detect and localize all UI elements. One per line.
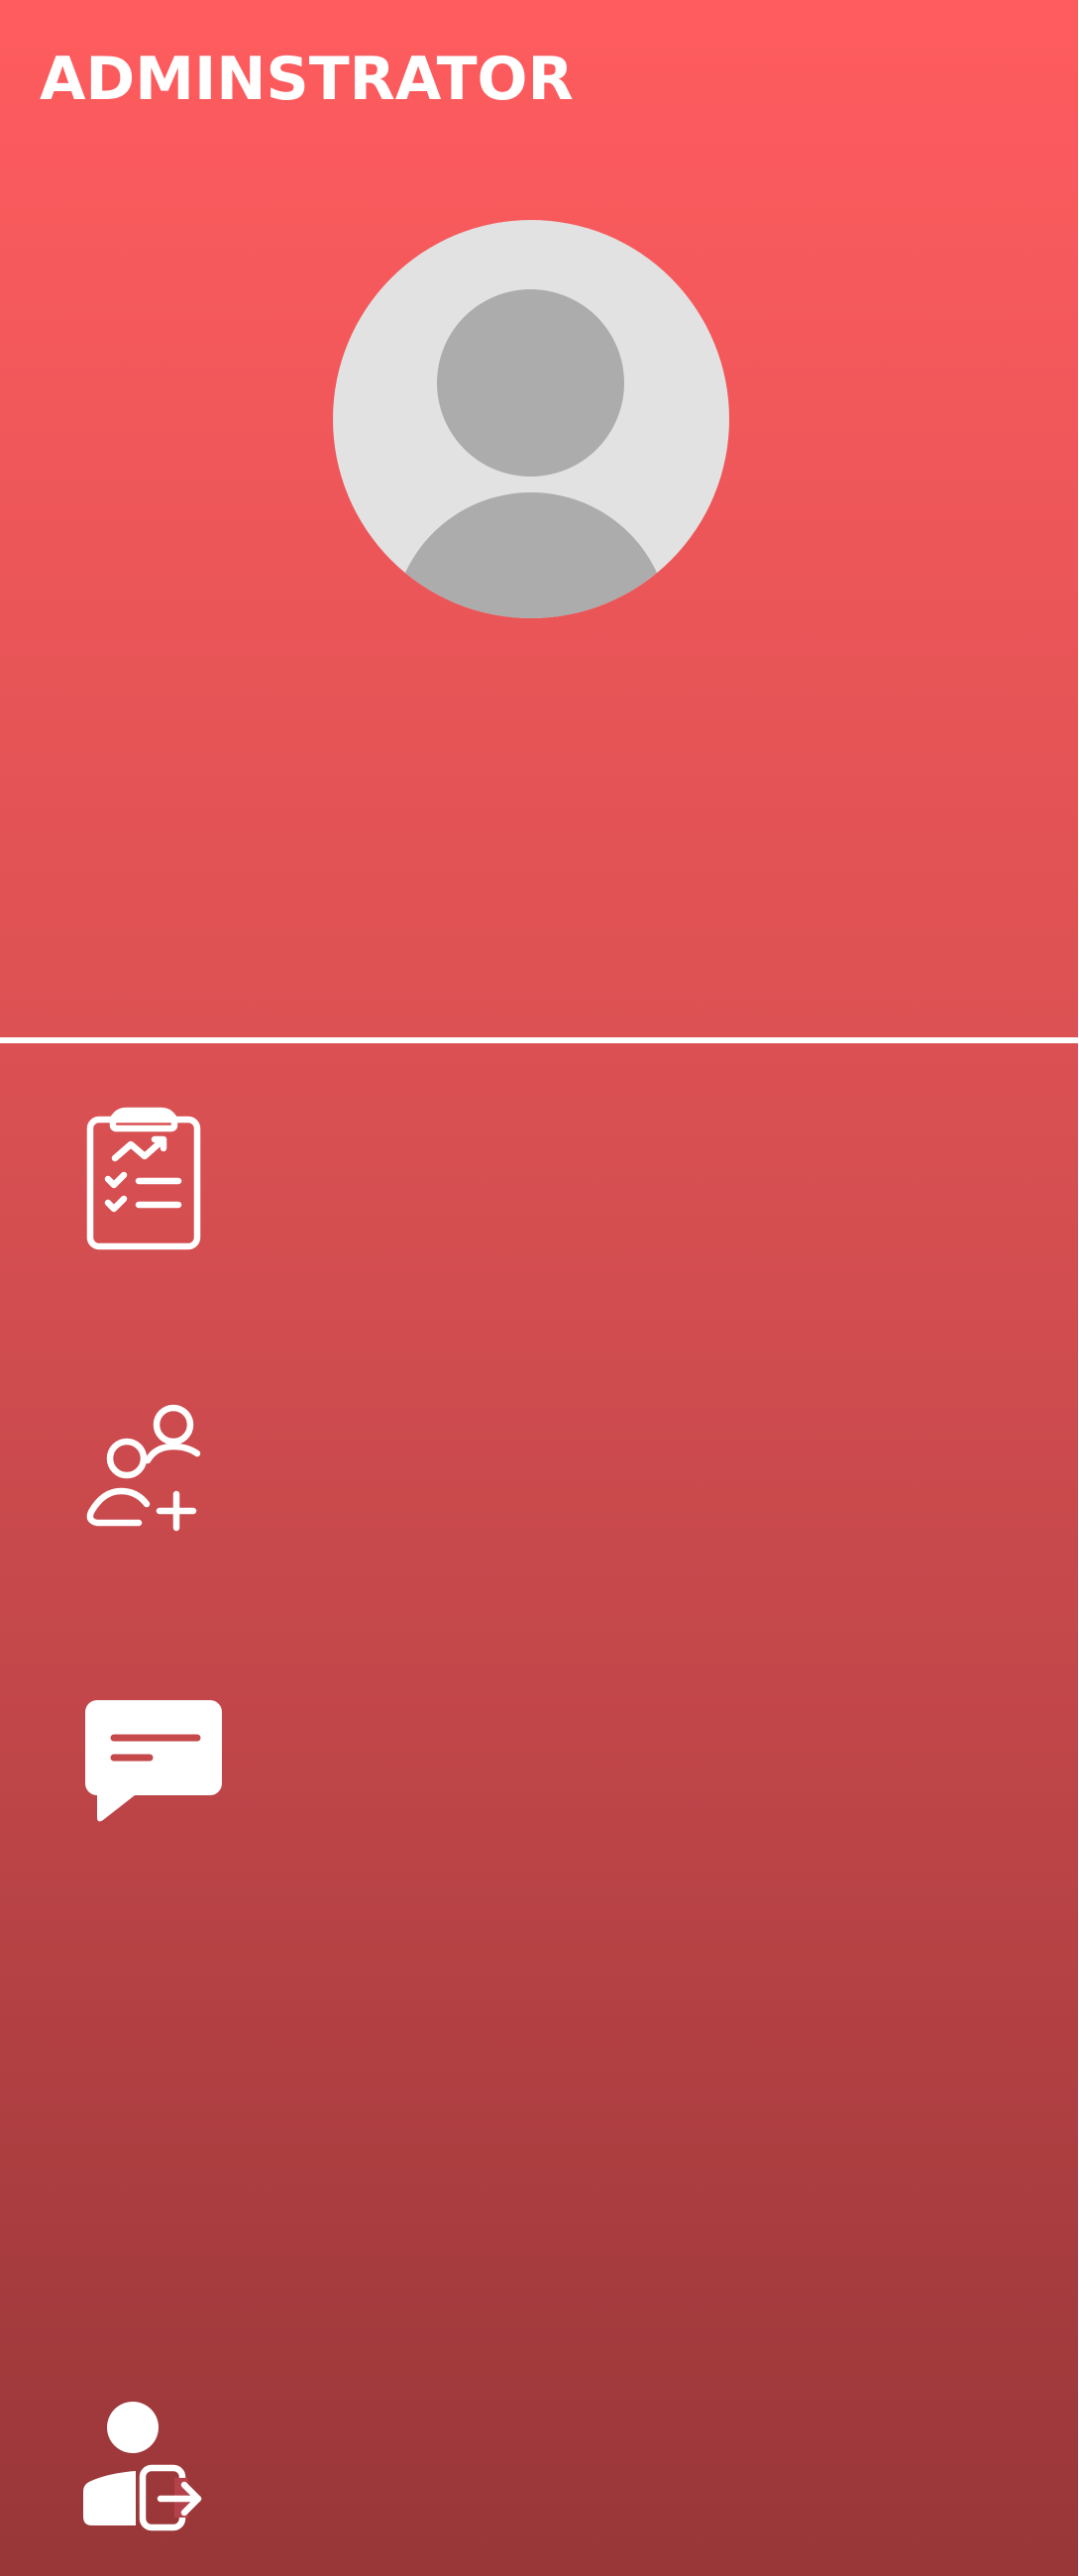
sidebar-divider: [0, 1037, 1078, 1043]
sidebar: ADMINSTRATOR: [0, 0, 1078, 2576]
nav-item-logout[interactable]: [59, 2383, 238, 2561]
nav-item-add-user[interactable]: [59, 1389, 238, 1567]
profile-avatar[interactable]: [333, 220, 729, 618]
users-plus-icon: [59, 1389, 238, 1567]
avatar-head: [437, 289, 624, 477]
nav-item-reports[interactable]: [59, 1098, 238, 1276]
avatar-body: [392, 492, 670, 618]
sidebar-title: ADMINSTRATOR: [40, 45, 574, 114]
nav-item-messages[interactable]: [59, 1682, 238, 1861]
user-logout-icon: [59, 2383, 238, 2561]
message-bubble-icon: [59, 1682, 238, 1861]
clipboard-checklist-chart-icon: [59, 1098, 238, 1276]
